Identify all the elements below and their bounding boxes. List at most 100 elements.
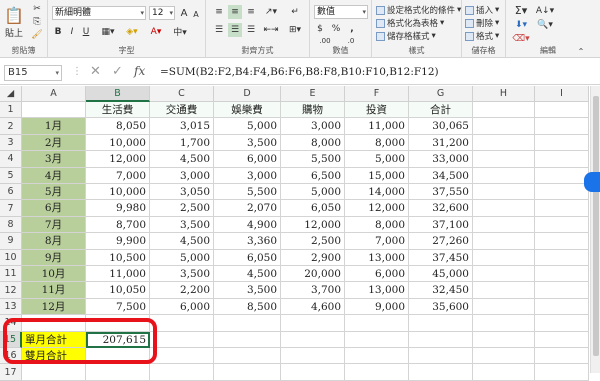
value-cell[interactable]: 4,500 xyxy=(150,233,214,250)
cell[interactable] xyxy=(473,233,535,250)
sort-filter-icon[interactable]: A↓▾ xyxy=(536,4,554,17)
value-cell[interactable]: 8,050 xyxy=(86,118,150,135)
value-cell[interactable]: 2,500 xyxy=(150,200,214,217)
orientation-icon[interactable]: ↗▾ xyxy=(262,5,280,19)
vertical-scrollbar[interactable] xyxy=(590,86,600,373)
value-cell[interactable]: 27,260 xyxy=(409,233,473,250)
column-header-f[interactable]: F xyxy=(345,86,409,102)
cell[interactable] xyxy=(473,249,535,266)
value-cell[interactable]: 6,000 xyxy=(214,151,281,168)
cell[interactable] xyxy=(409,331,473,348)
row-header-6[interactable]: 6 xyxy=(0,184,22,201)
cell[interactable] xyxy=(535,233,589,250)
column-title-cell[interactable]: 交通費 xyxy=(150,102,214,119)
cell[interactable] xyxy=(535,315,589,332)
paste-button[interactable]: 貼上 xyxy=(2,27,26,39)
column-header-d[interactable]: D xyxy=(214,86,281,102)
cell[interactable] xyxy=(473,102,535,119)
cell[interactable] xyxy=(535,348,589,365)
cell[interactable] xyxy=(281,348,345,365)
column-header-i[interactable]: I xyxy=(535,86,589,102)
cell[interactable] xyxy=(535,102,589,119)
column-title-cell[interactable]: 購物 xyxy=(281,102,345,119)
row-header-13[interactable]: 13 xyxy=(0,298,22,316)
font-size-select[interactable]: 12 ▾ xyxy=(149,6,175,20)
cell[interactable] xyxy=(535,200,589,217)
column-title-cell[interactable]: 娛樂費 xyxy=(214,102,281,119)
cell[interactable] xyxy=(214,315,281,332)
value-cell[interactable]: 32,600 xyxy=(409,200,473,217)
value-cell[interactable]: 9,000 xyxy=(345,298,409,316)
cell[interactable] xyxy=(409,315,473,332)
column-header-g[interactable]: G xyxy=(409,86,473,102)
format-button[interactable]: 格式 ▾ xyxy=(465,30,499,42)
value-cell[interactable]: 2,200 xyxy=(150,282,214,299)
cell[interactable] xyxy=(150,315,214,332)
drag-handle-icon[interactable]: ⋮ xyxy=(72,66,82,77)
row-header-5[interactable]: 5 xyxy=(0,167,22,184)
value-cell[interactable]: 32,450 xyxy=(409,282,473,299)
fill-color-icon[interactable]: ◈▾ xyxy=(122,25,142,38)
row-header-1[interactable]: 1 xyxy=(0,102,22,119)
value-cell[interactable]: 5,500 xyxy=(281,151,345,168)
column-title-cell[interactable]: 生活費 xyxy=(86,102,150,119)
cell[interactable] xyxy=(535,184,589,201)
row-header-11[interactable]: 11 xyxy=(0,266,22,283)
value-cell[interactable]: 1,700 xyxy=(150,134,214,152)
currency-button[interactable]: $ xyxy=(314,22,326,35)
borders-icon[interactable]: ▦▾ xyxy=(98,25,118,38)
delete-button[interactable]: 刪除 ▾ xyxy=(465,17,499,29)
value-cell[interactable]: 3,500 xyxy=(150,216,214,234)
value-cell[interactable]: 5,000 xyxy=(150,249,214,266)
cell[interactable] xyxy=(345,348,409,365)
copy-icon[interactable]: ⎘ xyxy=(30,16,44,28)
month-label-cell[interactable]: 8月 xyxy=(22,233,86,250)
insert-function-button[interactable]: fx xyxy=(134,64,145,78)
value-cell[interactable]: 10,050 xyxy=(86,282,150,299)
month-label-cell[interactable]: 7月 xyxy=(22,216,86,234)
value-cell[interactable]: 3,500 xyxy=(150,266,214,283)
value-cell[interactable]: 8,000 xyxy=(345,216,409,234)
value-cell[interactable]: 13,000 xyxy=(345,282,409,299)
value-cell[interactable]: 15,000 xyxy=(345,167,409,184)
month-label-cell[interactable]: 3月 xyxy=(22,151,86,168)
value-cell[interactable]: 10,500 xyxy=(86,249,150,266)
value-cell[interactable]: 7,500 xyxy=(86,298,150,316)
value-cell[interactable]: 12,000 xyxy=(86,151,150,168)
cell-styles-button[interactable]: 儲存格樣式 ▾ xyxy=(376,30,436,42)
cell[interactable] xyxy=(214,348,281,365)
month-label-cell[interactable]: 5月 xyxy=(22,184,86,201)
comma-button[interactable]: , xyxy=(346,22,358,35)
collapse-ribbon-icon[interactable]: ⌃ xyxy=(576,46,586,56)
value-cell[interactable]: 11,000 xyxy=(86,266,150,283)
value-cell[interactable]: 7,000 xyxy=(86,167,150,184)
cell[interactable] xyxy=(535,134,589,152)
align-right-icon[interactable]: ☰ xyxy=(244,23,258,37)
cell[interactable] xyxy=(345,331,409,348)
align-top-icon[interactable]: ≡ xyxy=(212,5,226,19)
indent-icon[interactable]: ⇤⇥ xyxy=(262,23,280,37)
row-header-8[interactable]: 8 xyxy=(0,216,22,234)
column-header-b[interactable]: B xyxy=(86,86,150,102)
align-left-icon[interactable]: ☰ xyxy=(212,23,226,37)
cell[interactable] xyxy=(473,266,535,283)
grow-font-button[interactable]: A xyxy=(178,6,190,20)
cell[interactable] xyxy=(535,249,589,266)
row-header-2[interactable]: 2 xyxy=(0,118,22,135)
value-cell[interactable]: 4,900 xyxy=(214,216,281,234)
name-box[interactable]: B15 ▾ xyxy=(4,65,62,81)
column-title-cell[interactable]: 合計 xyxy=(409,102,473,119)
value-cell[interactable]: 8,000 xyxy=(281,134,345,152)
cell[interactable] xyxy=(473,282,535,299)
month-label-cell[interactable]: 9月 xyxy=(22,249,86,266)
value-cell[interactable]: 6,000 xyxy=(150,298,214,316)
value-cell[interactable]: 5,000 xyxy=(281,184,345,201)
value-cell[interactable]: 10,000 xyxy=(86,184,150,201)
select-all-corner[interactable]: ◢ xyxy=(0,86,22,102)
cell[interactable] xyxy=(535,331,589,348)
cell[interactable] xyxy=(214,331,281,348)
align-center-icon[interactable]: ☰ xyxy=(228,23,242,37)
value-cell[interactable]: 8,000 xyxy=(345,134,409,152)
value-cell[interactable]: 30,065 xyxy=(409,118,473,135)
month-label-cell[interactable]: 12月 xyxy=(22,298,86,316)
